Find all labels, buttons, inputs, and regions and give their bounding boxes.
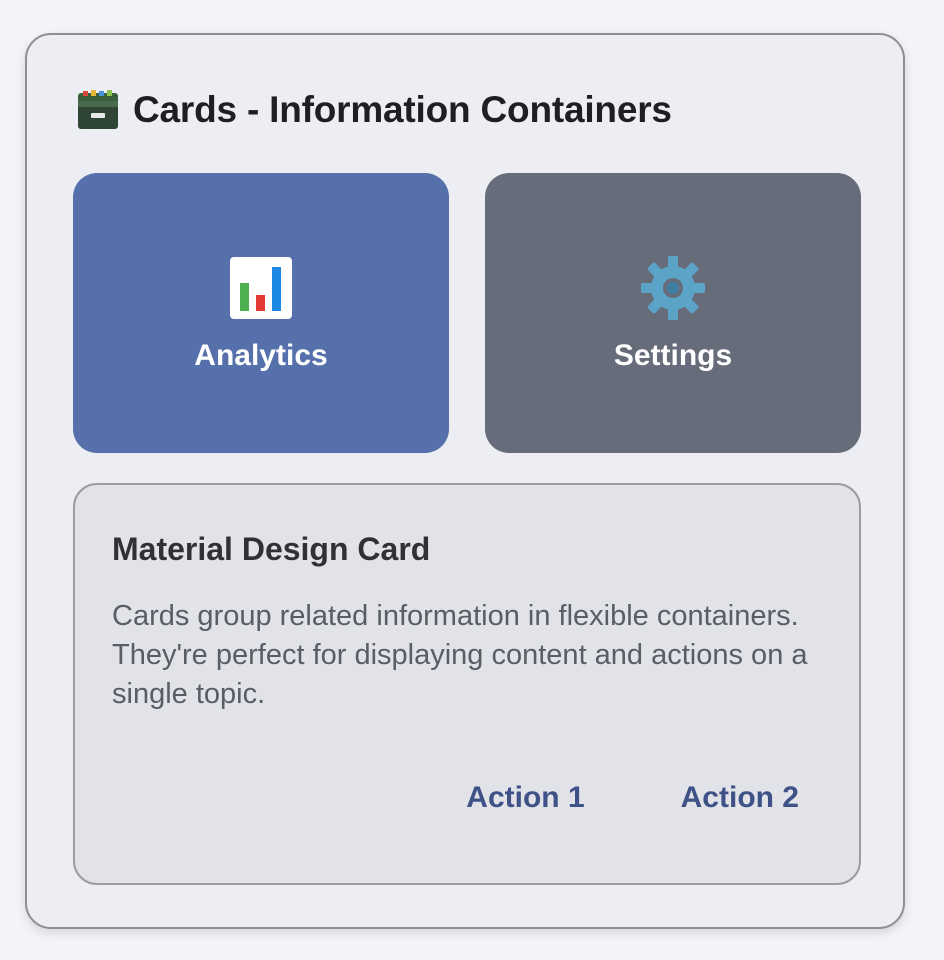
settings-tile[interactable]: Settings	[485, 173, 861, 453]
section-title: Cards - Information Containers	[133, 89, 672, 130]
card-index-icon	[78, 90, 118, 129]
card-title: Material Design Card	[112, 531, 431, 567]
action-1-button[interactable]: Action 1	[450, 775, 600, 821]
cards-section: Cards - Information Containers Analytics	[25, 33, 905, 929]
bar-chart-icon	[230, 257, 292, 319]
analytics-tile[interactable]: Analytics	[73, 173, 449, 453]
material-design-card: Material Design Card Cards group related…	[73, 483, 861, 885]
action-2-button[interactable]: Action 2	[665, 775, 815, 821]
page: Cards - Information Containers Analytics	[0, 0, 944, 960]
card-body: Cards group related information in flexi…	[112, 600, 808, 710]
card-actions: Action 1 Action 2	[450, 775, 815, 821]
analytics-label: Analytics	[194, 339, 328, 372]
settings-label: Settings	[613, 339, 733, 372]
section-header: Cards - Information Containers	[75, 87, 672, 133]
gear-icon	[641, 256, 705, 320]
